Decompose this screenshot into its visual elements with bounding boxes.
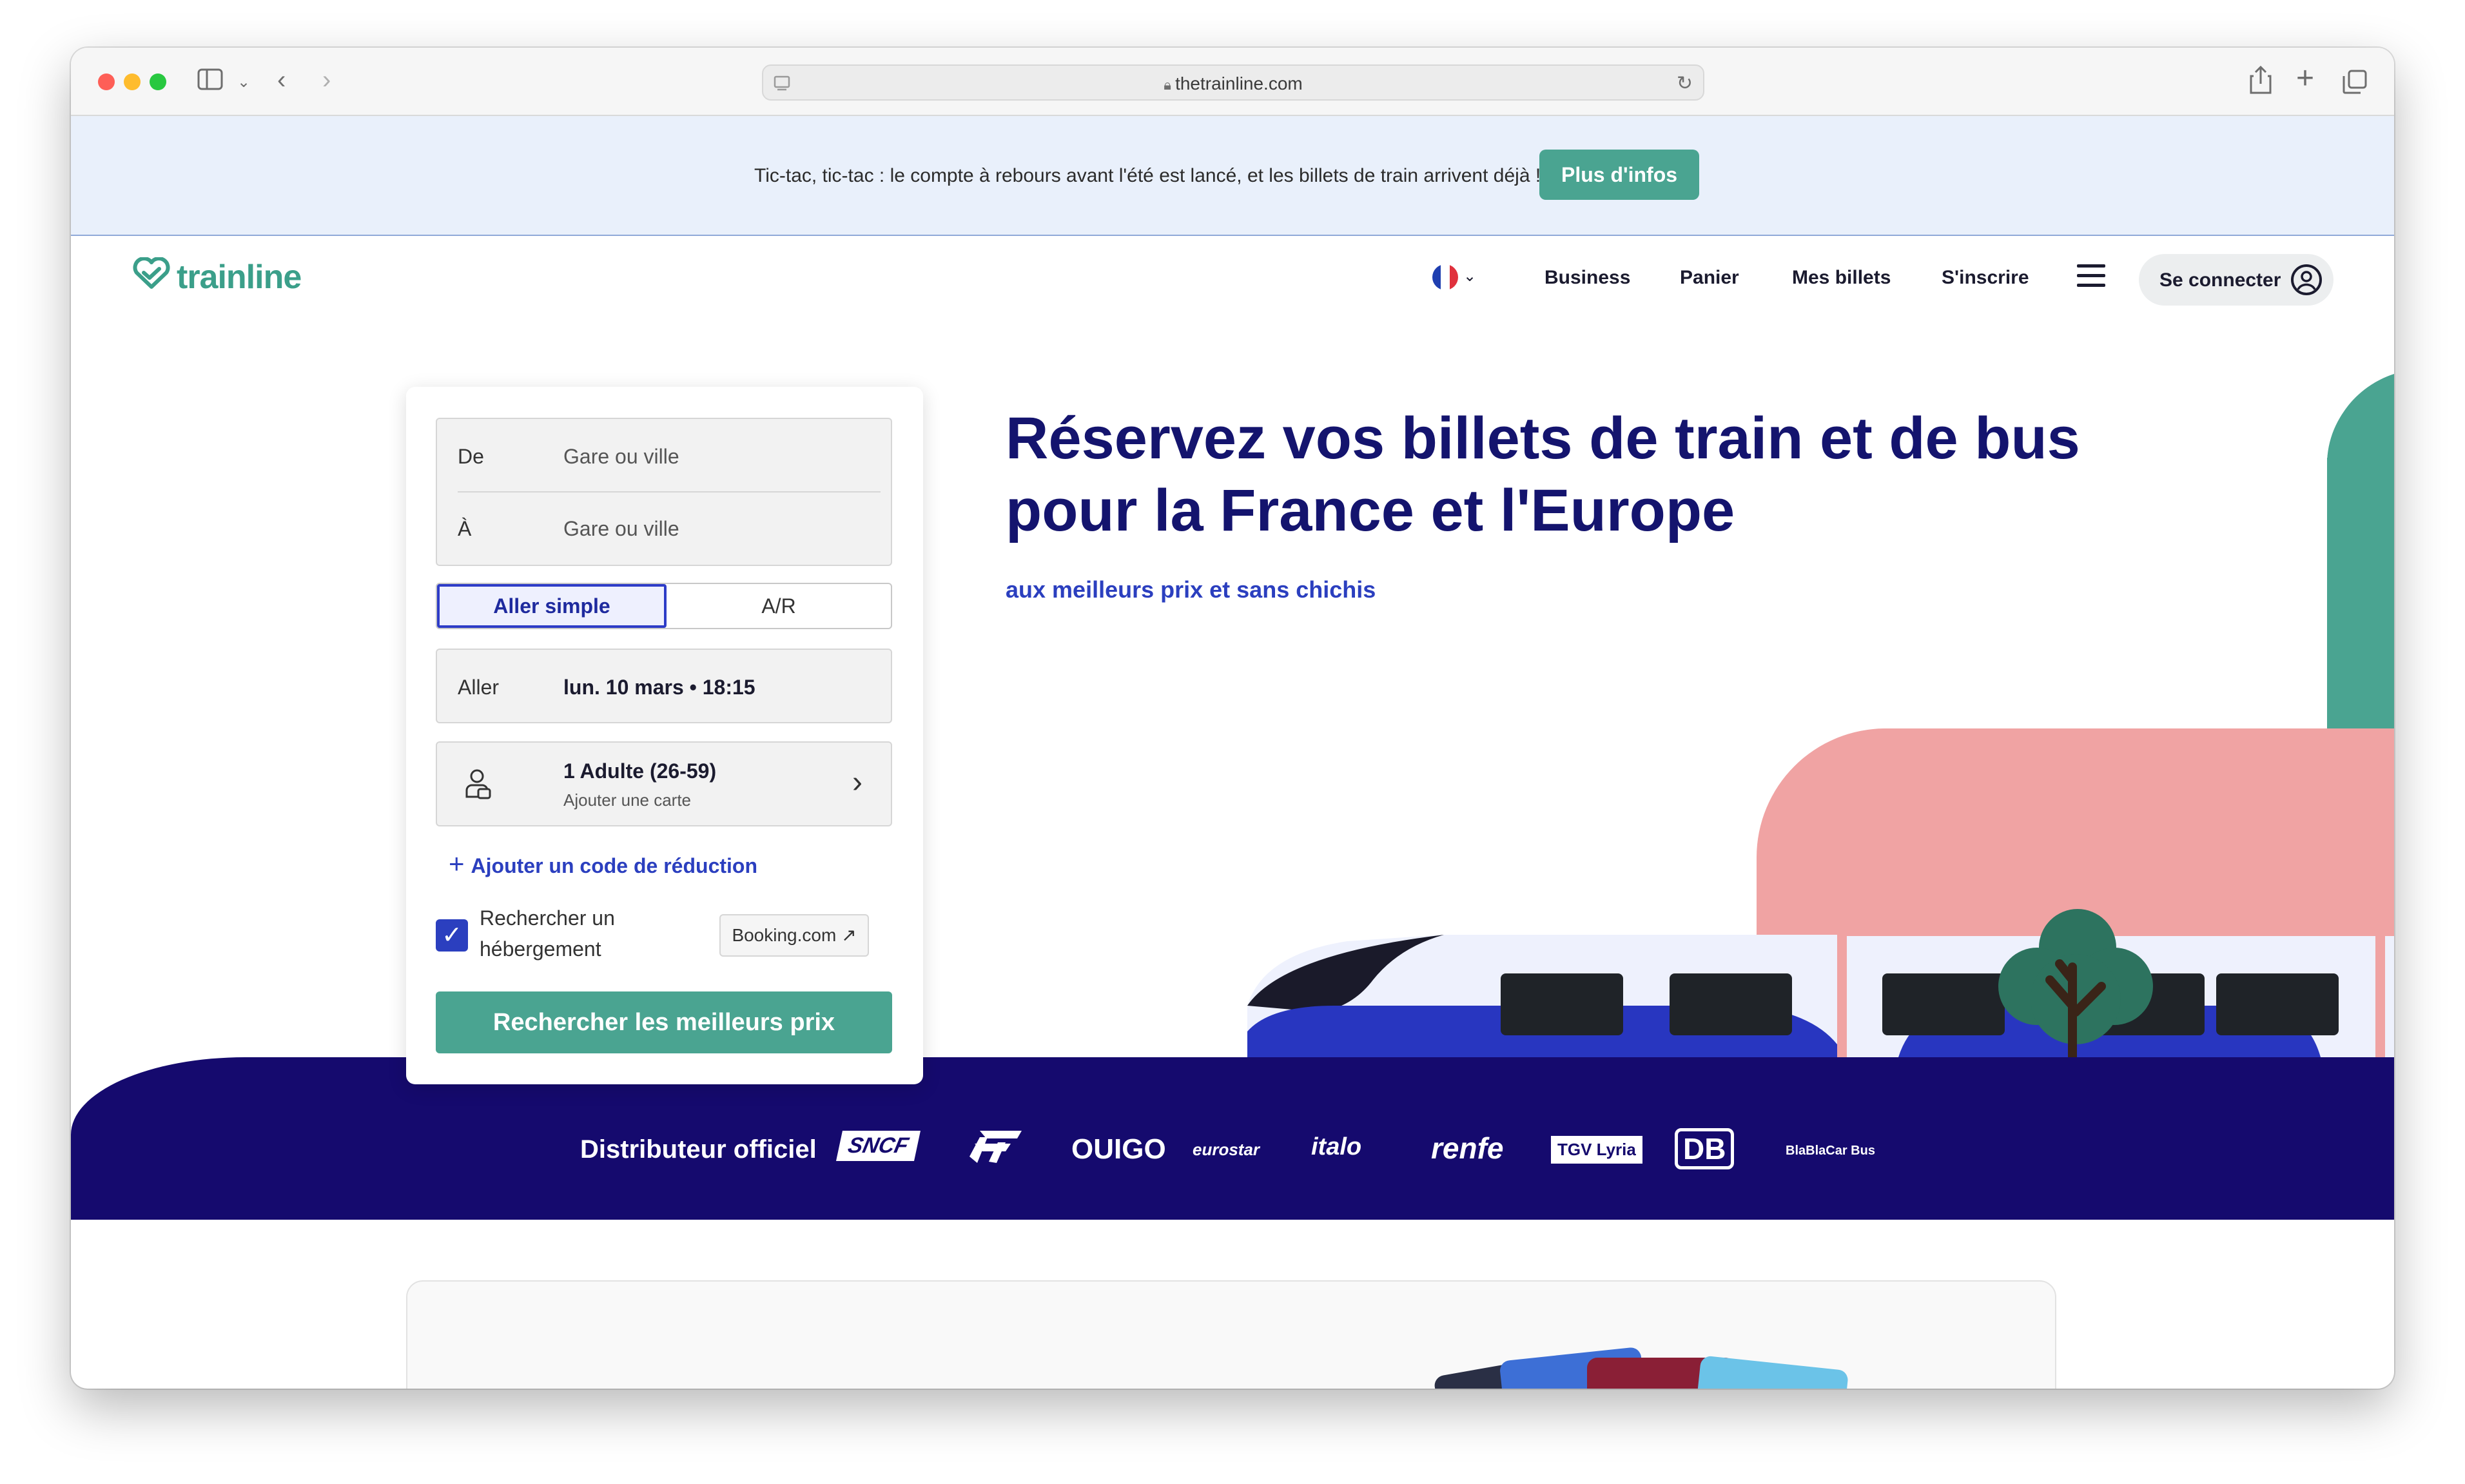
login-button[interactable]: Se connecter (2139, 254, 2333, 306)
browser-window: ⌄ ‹ › 🔒︎ thetrainline.com ↻ + Tic-tac, t… (71, 48, 2394, 1389)
add-card-label: Ajouter une carte (563, 790, 692, 810)
trenitalia-logo (960, 1124, 1025, 1179)
booking-com-badge[interactable]: Booking.com ↗ (719, 914, 869, 957)
address-bar[interactable]: 🔒︎ thetrainline.com ↻ (762, 64, 1704, 101)
passengers-value: 1 Adulte (26-59) (563, 759, 717, 783)
chevron-down-icon[interactable]: ⌄ (237, 70, 250, 95)
eurostar-logo: eurostar (1193, 1140, 1260, 1159)
add-discount-link[interactable]: + Ajouter un code de réduction (449, 848, 757, 879)
departure-date-field[interactable]: Aller lun. 10 mars • 18:15 (436, 649, 892, 723)
french-flag-icon[interactable] (1432, 264, 1458, 290)
user-avatar-icon (2291, 264, 2322, 295)
nav-business[interactable]: Business (1544, 267, 1630, 289)
ouigo-logo: OUIGO (1071, 1133, 1166, 1165)
accommodation-label: Rechercher un hébergement (480, 906, 615, 961)
round-trip-option[interactable]: A/R (667, 584, 891, 628)
search-card: De Gare ou ville À Gare ou ville Aller s… (406, 387, 923, 1084)
blablacar-bus-logo: BlaBlaCar Bus (1786, 1144, 1875, 1158)
heart-check-icon (133, 256, 170, 298)
trip-type-toggle: Aller simple A/R (436, 583, 892, 629)
logo-text: trainline (177, 259, 302, 296)
nav-cart[interactable]: Panier (1680, 267, 1739, 289)
discount-link-label: Ajouter un code de réduction (471, 854, 757, 877)
chevron-right-icon: › (852, 765, 862, 799)
to-label: À (458, 517, 472, 540)
more-info-button[interactable]: Plus d'infos (1539, 150, 1699, 200)
tab-overview-icon[interactable] (2343, 70, 2367, 99)
login-label: Se connecter (2159, 269, 2281, 291)
back-arrow-icon[interactable]: ‹ (277, 67, 286, 93)
partners-label: Distributeur officiel (580, 1135, 817, 1164)
renfe-logo: renfe (1431, 1131, 1504, 1165)
close-window-button[interactable] (98, 73, 115, 90)
minimize-window-button[interactable] (124, 73, 141, 90)
route-fields: De Gare ou ville À Gare ou ville (436, 418, 892, 566)
hamburger-menu-icon[interactable] (2077, 264, 2105, 293)
date-label: Aller (458, 676, 500, 699)
reload-icon[interactable]: ↻ (1677, 72, 1693, 95)
italo-logo: italo (1311, 1133, 1362, 1160)
banner-text: Tic-tac, tic-tac : le compte à rebours a… (754, 165, 1541, 186)
tgv-lyria-logo: TGV Lyria (1551, 1136, 1642, 1164)
forward-arrow-icon[interactable]: › (322, 67, 331, 93)
sncf-logo: SNCF (836, 1131, 921, 1161)
search-button[interactable]: Rechercher les meilleurs prix (436, 991, 892, 1053)
passengers-icon (464, 768, 492, 804)
to-input[interactable]: Gare ou ville (563, 517, 679, 541)
from-label: De (458, 445, 484, 468)
share-icon[interactable] (2250, 65, 2272, 99)
announcement-banner: Tic-tac, tic-tac : le compte à rebours a… (71, 116, 2394, 236)
plus-icon: + (449, 848, 465, 879)
db-logo: DB (1675, 1128, 1735, 1169)
nav-my-tickets[interactable]: Mes billets (1792, 267, 1891, 289)
accommodation-checkbox[interactable]: ✓ (436, 919, 468, 952)
field-divider (458, 491, 881, 493)
nav-signup[interactable]: S'inscrire (1942, 267, 2029, 289)
from-input[interactable]: Gare ou ville (563, 445, 679, 469)
train-illustration (1247, 374, 2394, 1062)
passengers-field[interactable]: 1 Adulte (26-59) Ajouter une carte › (436, 741, 892, 826)
discount-cards-section (406, 1280, 2056, 1389)
browser-toolbar: ⌄ ‹ › 🔒︎ thetrainline.com ↻ + (71, 48, 2394, 116)
trainline-logo[interactable]: trainline (133, 256, 302, 298)
sidebar-toggle-icon[interactable] (197, 68, 223, 95)
loyalty-cards-illustration (1434, 1347, 1848, 1389)
date-value: lun. 10 mars • 18:15 (563, 676, 755, 699)
checkmark-icon: ✓ (442, 922, 462, 949)
one-way-option[interactable]: Aller simple (437, 584, 667, 628)
zoom-window-button[interactable] (150, 73, 166, 90)
lock-icon: 🔒︎ (1164, 77, 1176, 93)
url-text: 🔒︎ thetrainline.com (1164, 73, 1303, 93)
new-tab-icon[interactable]: + (2296, 63, 2314, 94)
language-chevron-icon[interactable]: ⌄ (1463, 267, 1476, 286)
